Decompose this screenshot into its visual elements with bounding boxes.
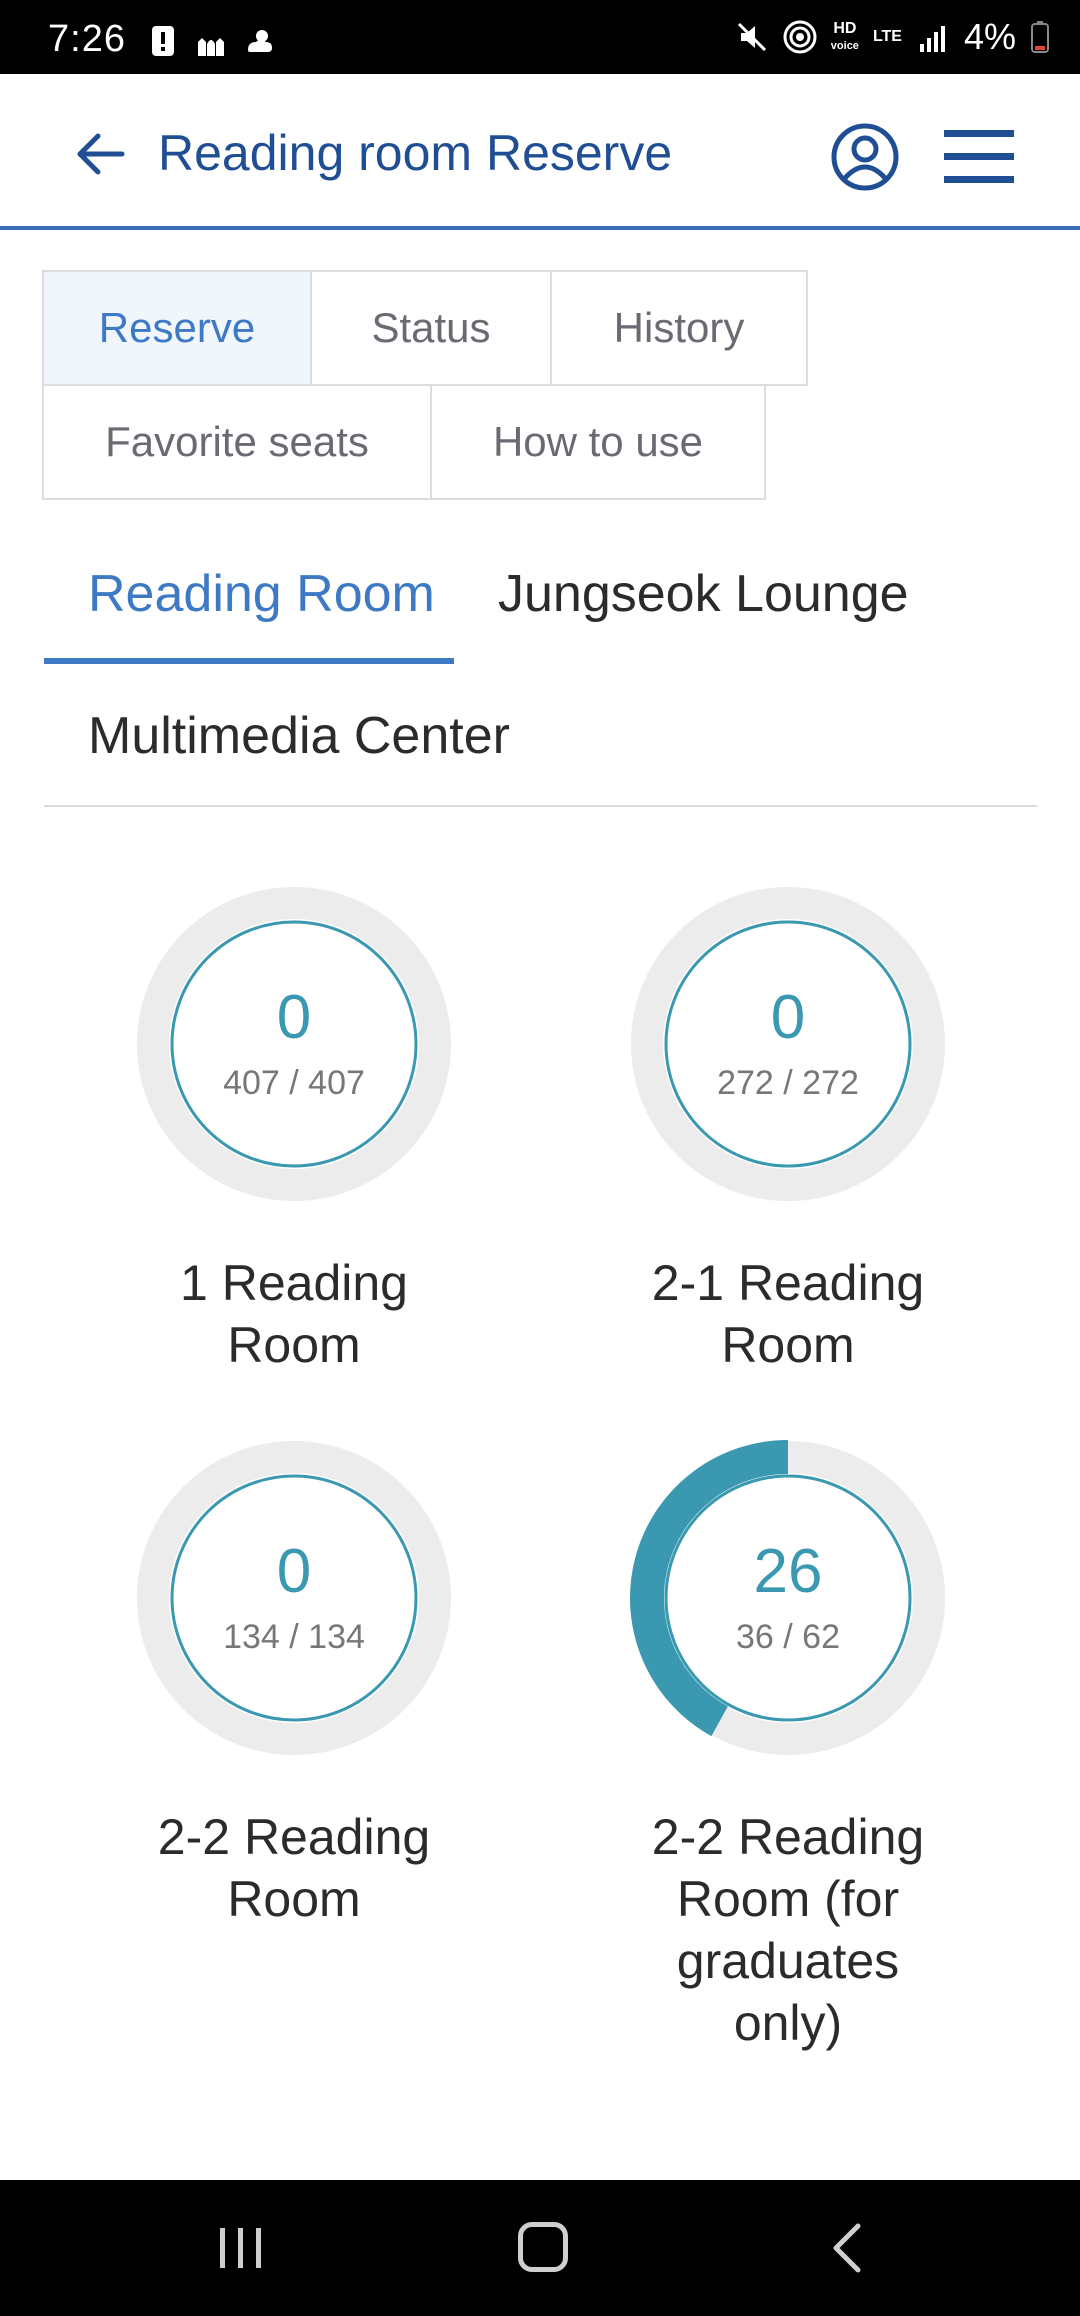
gauge-text: 0 407 / 407 bbox=[136, 886, 452, 1202]
seat-ratio: 36 / 62 bbox=[736, 1618, 840, 1656]
available-seats: 0 bbox=[770, 983, 806, 1052]
weather-icon bbox=[248, 30, 272, 52]
signal-icon bbox=[919, 26, 945, 52]
status-bar: 7:26 HD voice LTE 4% bbox=[0, 0, 1080, 74]
page-title: Reading room Reserve bbox=[158, 125, 673, 181]
seat-ratio: 272 / 272 bbox=[717, 1064, 859, 1102]
user-profile-icon[interactable] bbox=[830, 122, 900, 192]
status-left-icons bbox=[146, 24, 276, 58]
tab-favorite-seats-label: Favorite seats bbox=[105, 418, 369, 465]
tab-history[interactable]: History bbox=[550, 270, 808, 386]
room-name-line: 2-1 Reading bbox=[651, 1255, 925, 1311]
room-name-line: Room (for bbox=[676, 1871, 900, 1927]
subtab-divider bbox=[44, 805, 1037, 807]
subtab-jungseok-lounge[interactable]: Jungseok Lounge bbox=[498, 564, 909, 624]
recent-apps-icon[interactable] bbox=[216, 2224, 266, 2272]
room-name: 1 Reading Room bbox=[92, 1252, 496, 1376]
status-time: 7:26 bbox=[48, 18, 126, 60]
hd-label: HD bbox=[833, 19, 857, 37]
room-name-line: 2-2 Reading bbox=[651, 1809, 925, 1865]
room-name-line: 1 Reading bbox=[180, 1255, 408, 1311]
home-icon[interactable] bbox=[518, 2222, 568, 2272]
subtab-reading-room[interactable]: Reading Room bbox=[88, 564, 435, 624]
room-name-line: 2-2 Reading bbox=[157, 1809, 431, 1865]
battery-percent: 4% bbox=[963, 16, 1016, 57]
tab-reserve[interactable]: Reserve bbox=[42, 270, 312, 386]
active-subtab-indicator bbox=[44, 658, 454, 664]
seat-ratio: 407 / 407 bbox=[223, 1064, 365, 1102]
room-name: 2-2 Reading Room (for graduates only) bbox=[586, 1806, 990, 2054]
room-name: 2-2 Reading Room bbox=[92, 1806, 496, 1930]
status-right-icons: HD voice LTE 4% bbox=[735, 16, 1050, 58]
tab-reserve-label: Reserve bbox=[98, 304, 256, 351]
back-arrow-icon[interactable] bbox=[72, 126, 128, 182]
hotspot-icon bbox=[783, 20, 817, 54]
room-name: 2-1 Reading Room bbox=[586, 1252, 990, 1376]
room-name-line: graduates bbox=[676, 1933, 900, 1989]
nav-back-icon[interactable] bbox=[826, 2220, 866, 2276]
subtab-multimedia-center[interactable]: Multimedia Center bbox=[88, 706, 510, 766]
gauge-text: 0 272 / 272 bbox=[630, 886, 946, 1202]
gauge-text: 0 134 / 134 bbox=[136, 1440, 452, 1756]
room-name-line: Room bbox=[227, 1871, 361, 1927]
tab-favorite-seats[interactable]: Favorite seats bbox=[42, 384, 432, 500]
tab-status-label: Status bbox=[371, 304, 491, 351]
tab-how-to-use-label: How to use bbox=[492, 418, 704, 465]
room-name-line: Room bbox=[721, 1317, 855, 1373]
tab-how-to-use[interactable]: How to use bbox=[430, 384, 766, 500]
room-name-line: Room bbox=[227, 1317, 361, 1373]
gauge-text: 26 36 / 62 bbox=[630, 1440, 946, 1756]
hd-voice-indicator: HD voice bbox=[830, 19, 859, 54]
alert-notification-icon bbox=[152, 26, 174, 56]
available-seats: 26 bbox=[753, 1537, 823, 1606]
available-seats: 0 bbox=[276, 1537, 312, 1606]
voice-label: voice bbox=[830, 39, 859, 52]
seat-ratio: 134 / 134 bbox=[223, 1618, 365, 1656]
available-seats: 0 bbox=[276, 983, 312, 1052]
tab-history-label: History bbox=[613, 304, 745, 351]
room-name-line: only) bbox=[733, 1995, 843, 2051]
mute-icon bbox=[737, 22, 766, 52]
app-header: Reading room Reserve bbox=[0, 74, 1080, 230]
hamburger-menu-icon[interactable] bbox=[944, 128, 1014, 186]
tab-status[interactable]: Status bbox=[310, 270, 552, 386]
lte-indicator: LTE bbox=[872, 28, 902, 45]
mosque-icon bbox=[198, 38, 224, 56]
system-nav-bar bbox=[0, 2180, 1080, 2316]
battery-icon bbox=[1031, 21, 1049, 53]
